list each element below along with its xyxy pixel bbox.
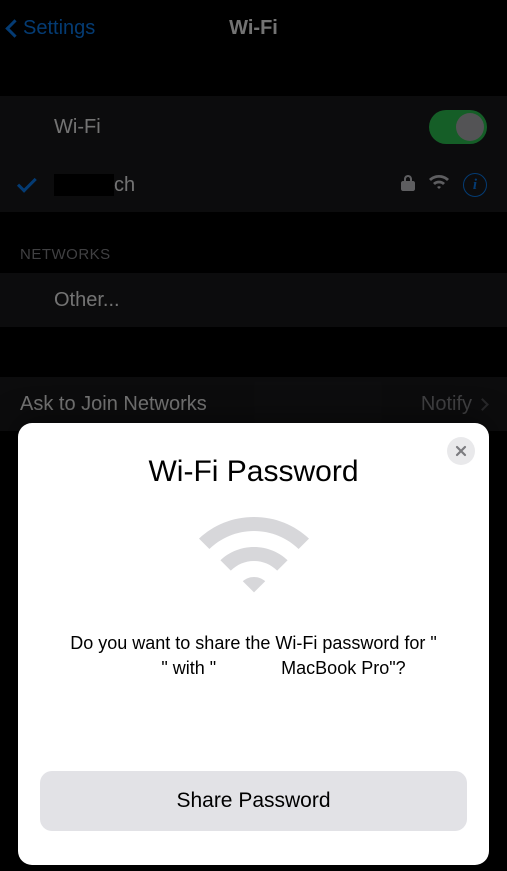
- share-password-button[interactable]: Share Password: [40, 771, 467, 831]
- other-network-label: Other...: [54, 289, 487, 312]
- back-button[interactable]: Settings: [8, 17, 95, 40]
- share-password-modal: Wi-Fi Password Do you want to share the …: [18, 423, 489, 865]
- connected-network-row[interactable]: ch i: [0, 158, 507, 212]
- page-title: Wi-Fi: [229, 17, 278, 40]
- chevron-left-icon: [5, 19, 23, 37]
- checkmark-icon: [20, 180, 38, 190]
- ask-to-join-value: Notify: [421, 393, 472, 416]
- modal-prompt: Do you want to share the Wi-Fi password …: [40, 631, 467, 681]
- chevron-right-icon: [476, 398, 489, 411]
- lock-icon: [401, 175, 415, 196]
- back-label: Settings: [23, 17, 95, 40]
- toggle-knob: [456, 113, 484, 141]
- ask-to-join-label: Ask to Join Networks: [20, 393, 421, 416]
- modal-title: Wi-Fi Password: [40, 455, 467, 489]
- networks-section-header: NETWORKS: [0, 212, 507, 273]
- wifi-row-label: Wi-Fi: [54, 116, 429, 139]
- wifi-signal-icon: [429, 175, 449, 195]
- close-button[interactable]: [447, 437, 475, 465]
- wifi-large-icon: [40, 517, 467, 597]
- nav-bar: Settings Wi-Fi: [0, 0, 507, 56]
- connected-network-name: ch: [54, 174, 401, 197]
- wifi-toggle-row: Wi-Fi: [0, 96, 507, 158]
- wifi-toggle[interactable]: [429, 110, 487, 144]
- other-network-row[interactable]: Other...: [0, 273, 507, 327]
- info-icon[interactable]: i: [463, 173, 487, 197]
